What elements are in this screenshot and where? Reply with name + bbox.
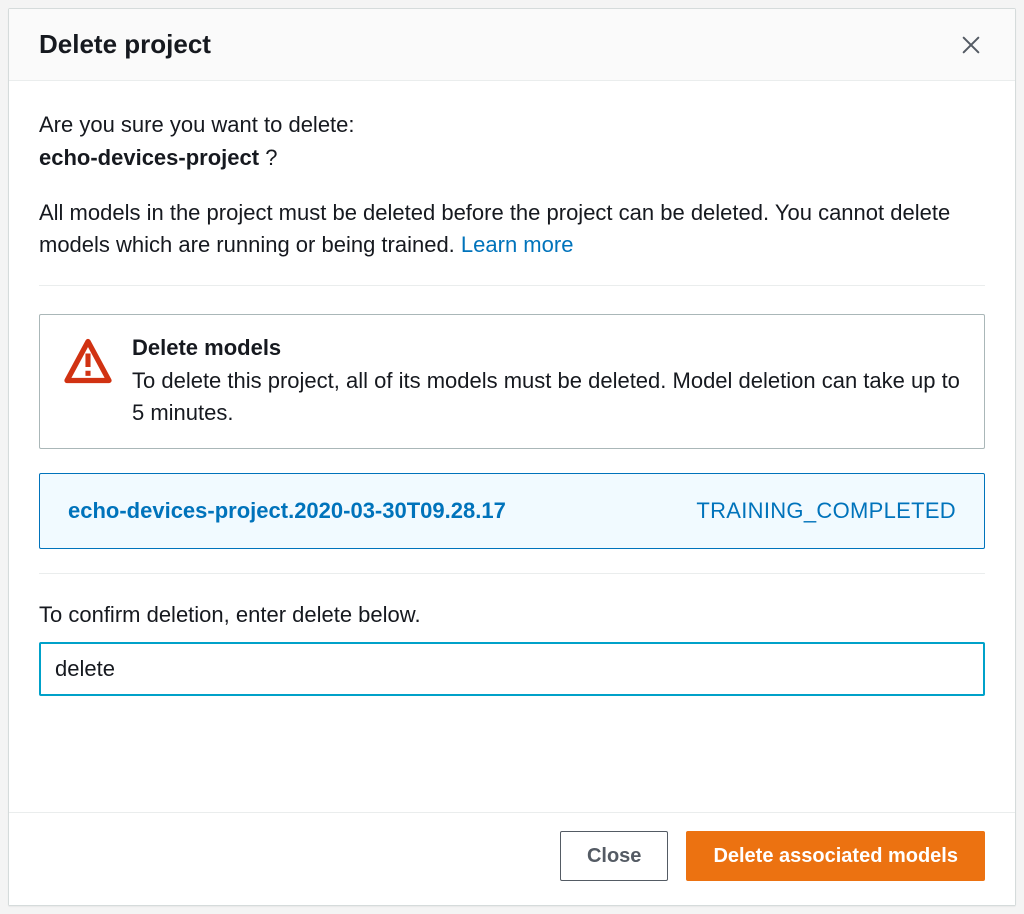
model-status: TRAINING_COMPLETED xyxy=(696,498,956,524)
close-button[interactable]: Close xyxy=(560,831,668,881)
warning-triangle-icon xyxy=(64,337,112,385)
project-name: echo-devices-project xyxy=(39,145,259,170)
alert-title: Delete models xyxy=(132,335,960,361)
confirm-label: To confirm deletion, enter delete below. xyxy=(39,602,985,628)
close-icon[interactable] xyxy=(957,31,985,59)
modal-title: Delete project xyxy=(39,29,211,60)
delete-models-alert: Delete models To delete this project, al… xyxy=(39,314,985,450)
delete-project-modal: Delete project Are you sure you want to … xyxy=(8,8,1016,906)
deletion-warning: All models in the project must be delete… xyxy=(39,197,985,261)
project-line: echo-devices-project ? xyxy=(39,145,985,171)
divider-2 xyxy=(39,573,985,574)
confirm-question: Are you sure you want to delete: xyxy=(39,109,985,141)
divider xyxy=(39,285,985,286)
alert-content: Delete models To delete this project, al… xyxy=(132,335,960,429)
modal-body: Are you sure you want to delete: echo-de… xyxy=(9,81,1015,812)
model-row[interactable]: echo-devices-project.2020-03-30T09.28.17… xyxy=(39,473,985,549)
confirm-delete-input[interactable] xyxy=(39,642,985,696)
project-suffix: ? xyxy=(265,145,277,170)
model-name: echo-devices-project.2020-03-30T09.28.17 xyxy=(68,498,506,524)
modal-header: Delete project xyxy=(9,9,1015,81)
learn-more-link[interactable]: Learn more xyxy=(461,232,574,257)
delete-associated-models-button[interactable]: Delete associated models xyxy=(686,831,985,881)
alert-body: To delete this project, all of its model… xyxy=(132,365,960,429)
modal-footer: Close Delete associated models xyxy=(9,812,1015,905)
